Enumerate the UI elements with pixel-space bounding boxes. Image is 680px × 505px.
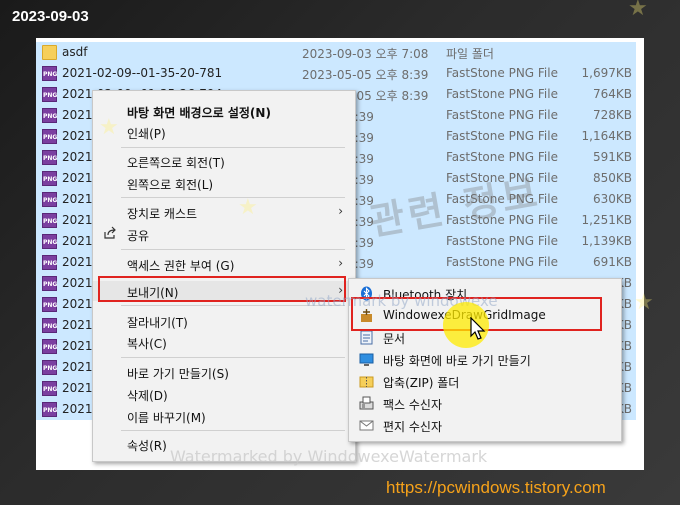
send-to-desktop-shortcut[interactable]: 바탕 화면에 바로 가기 만들기	[349, 349, 619, 370]
file-size: 591KB	[592, 150, 632, 164]
file-type: FastStone PNG File	[446, 234, 558, 248]
file-size: 691KB	[592, 255, 632, 269]
file-name: 2021	[62, 360, 93, 374]
file-name: 2021	[62, 213, 93, 227]
menu-separator	[121, 197, 345, 198]
file-name: 2021	[62, 276, 93, 290]
file-type: FastStone PNG File	[446, 66, 558, 80]
file-size: 1,251KB	[581, 213, 632, 227]
documents-icon	[359, 330, 374, 345]
file-name: 2021	[62, 255, 93, 269]
file-name: 2021	[62, 381, 93, 395]
file-date: 2023-05-05 오후 8:39	[302, 68, 429, 82]
mouse-cursor-icon	[470, 316, 486, 345]
file-name: 2021	[62, 129, 93, 143]
png-file-icon: PNG	[42, 150, 57, 165]
file-name: 2021	[62, 318, 93, 332]
desktop-icon	[359, 352, 374, 367]
screenshot-date-label: 2023-09-03	[12, 8, 89, 25]
file-size: 728KB	[592, 108, 632, 122]
png-file-icon: PNG	[42, 129, 57, 144]
png-file-icon: PNG	[42, 66, 57, 81]
file-type: 파일 폴더	[446, 47, 494, 61]
file-size: 1,697KB	[581, 66, 632, 80]
png-file-icon: PNG	[42, 192, 57, 207]
file-row[interactable]: asdf 2023-09-03 오후 7:08 파일 폴더	[36, 42, 636, 63]
file-row[interactable]: PNG 2021-02-09--01-35-20-781 2023-05-05 오후…	[36, 63, 636, 84]
menu-item-rotate-right[interactable]: 오른쪽으로 회전(T)	[93, 151, 353, 171]
menu-item-rename[interactable]: 이름 바꾸기(M)	[93, 406, 353, 426]
file-size: 630KB	[592, 192, 632, 206]
file-name: 2021	[62, 402, 93, 416]
png-file-icon: PNG	[42, 255, 57, 270]
zip-folder-icon	[359, 374, 374, 389]
folder-icon	[42, 45, 57, 60]
png-file-icon: PNG	[42, 171, 57, 186]
menu-item-create-shortcut[interactable]: 바로 가기 만들기(S)	[93, 362, 353, 382]
menu-item-copy[interactable]: 복사(C)	[93, 332, 353, 352]
png-file-icon: PNG	[42, 318, 57, 333]
file-size: 850KB	[592, 171, 632, 185]
menu-separator	[121, 430, 345, 431]
file-name: 2021-02-09--01-35-20-781	[62, 66, 223, 80]
file-type: FastStone PNG File	[446, 129, 558, 143]
file-name: 2021	[62, 234, 93, 248]
file-size: 764KB	[592, 87, 632, 101]
file-name: 2021	[62, 339, 93, 353]
menu-item-rotate-left[interactable]: 왼쪽으로 회전(L)	[93, 173, 353, 193]
decorative-star-icon: ★	[634, 290, 654, 315]
file-name: asdf	[62, 45, 88, 59]
file-name: 2021	[62, 150, 93, 164]
menu-separator	[121, 147, 345, 148]
decorative-star-icon: ★	[238, 195, 258, 220]
file-type: FastStone PNG File	[446, 255, 558, 269]
menu-item-share[interactable]: 공유	[93, 224, 353, 244]
file-name: 2021	[62, 171, 93, 185]
png-file-icon: PNG	[42, 339, 57, 354]
blog-url: https://pcwindows.tistory.com	[386, 478, 606, 497]
png-file-icon: PNG	[42, 402, 57, 417]
decorative-star-icon: ★	[628, 0, 648, 21]
png-file-icon: PNG	[42, 87, 57, 102]
share-icon	[103, 226, 117, 243]
png-file-icon: PNG	[42, 108, 57, 123]
menu-item-set-background[interactable]: 바탕 화면 배경으로 설정(N)	[93, 101, 353, 121]
send-to-zip-folder[interactable]: 압축(ZIP) 폴더	[349, 371, 619, 392]
png-file-icon: PNG	[42, 297, 57, 312]
file-size: 1,139KB	[581, 234, 632, 248]
menu-item-print[interactable]: 인쇄(P)	[93, 122, 353, 142]
menu-item-delete[interactable]: 삭제(D)	[93, 384, 353, 404]
file-name: 2021	[62, 297, 93, 311]
menu-separator	[121, 249, 345, 250]
chevron-right-icon: ›	[338, 204, 343, 218]
watermark-bottom: Watermarked by WindowexeWatermark	[170, 447, 488, 466]
decorative-star-icon: ★	[99, 115, 119, 140]
menu-item-cut[interactable]: 잘라내기(T)	[93, 311, 353, 331]
fax-icon	[359, 396, 374, 411]
file-date: 2023-09-03 오후 7:08	[302, 47, 429, 61]
png-file-icon: PNG	[42, 234, 57, 249]
file-name: 2021	[62, 108, 93, 122]
file-type: FastStone PNG File	[446, 150, 558, 164]
file-size: 1,164KB	[581, 129, 632, 143]
png-file-icon: PNG	[42, 213, 57, 228]
png-file-icon: PNG	[42, 276, 57, 291]
menu-item-give-access[interactable]: 액세스 권한 부여 (G) ›	[93, 254, 353, 274]
menu-separator	[121, 357, 345, 358]
menu-item-cast-to-device[interactable]: 장치로 캐스트 ›	[93, 202, 353, 222]
png-file-icon: PNG	[42, 381, 57, 396]
file-name: 2021	[62, 192, 93, 206]
send-to-mail[interactable]: 편지 수신자	[349, 415, 619, 436]
png-file-icon: PNG	[42, 360, 57, 375]
mail-icon	[359, 418, 374, 433]
file-type: FastStone PNG File	[446, 87, 558, 101]
chevron-right-icon: ›	[338, 256, 343, 270]
file-type: FastStone PNG File	[446, 108, 558, 122]
send-to-fax[interactable]: 팩스 수신자	[349, 393, 619, 414]
